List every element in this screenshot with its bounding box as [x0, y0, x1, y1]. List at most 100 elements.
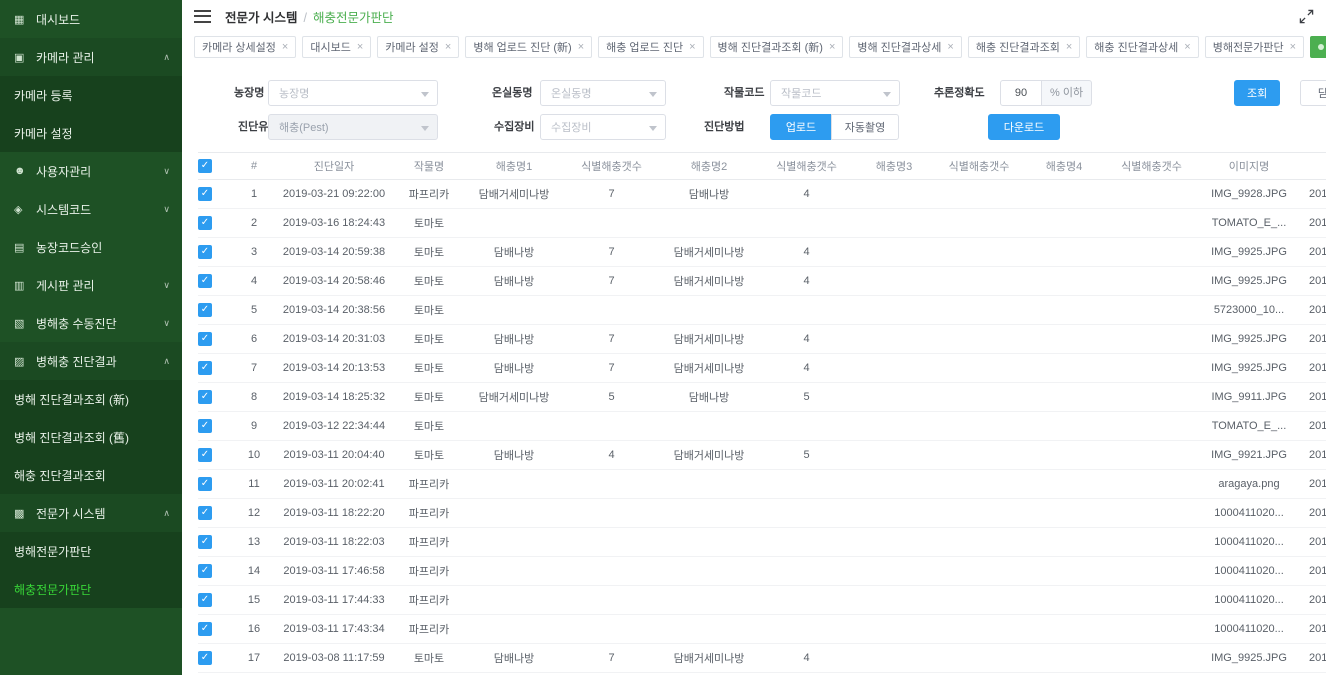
tab-close-icon[interactable] [357, 42, 363, 53]
row-checkbox[interactable] [198, 593, 212, 607]
row-checkbox[interactable] [198, 303, 212, 317]
tab[interactable]: 대시보드 [302, 36, 371, 58]
sidebar-item[interactable]: 사용자관리 [0, 152, 182, 190]
column-header[interactable]: 식별해충갯수 [759, 158, 854, 174]
sidebar-item[interactable]: 카메라 관리 [0, 38, 182, 76]
sidebar-item[interactable]: 해충전문가판단 [0, 570, 182, 608]
row-checkbox[interactable] [198, 564, 212, 578]
tab-close-icon[interactable] [947, 42, 953, 53]
column-header[interactable]: 해충명3 [854, 158, 934, 174]
table-row[interactable]: 5 2019-03-14 20:38:56 토마토 5723000_10... … [198, 296, 1326, 325]
tab-close-icon[interactable] [578, 42, 584, 53]
column-header[interactable]: 해충명2 [659, 158, 759, 174]
method-auto-button[interactable]: 자동촬영 [831, 114, 899, 140]
table-row[interactable]: 17 2019-03-08 11:17:59 토마토 담배나방 7 담배거세미나… [198, 644, 1326, 673]
row-checkbox[interactable] [198, 477, 212, 491]
tab-close-icon[interactable] [445, 42, 451, 53]
menu-toggle-icon[interactable] [194, 10, 211, 23]
tab[interactable]: 해충 진단결과조회 [968, 36, 1080, 58]
sidebar-item[interactable]: 병해 진단결과조회 (舊) [0, 418, 182, 456]
crop-code-select[interactable]: 작물코드 [770, 80, 900, 106]
row-checkbox[interactable] [198, 419, 212, 433]
row-checkbox[interactable] [198, 535, 212, 549]
table-row[interactable]: 11 2019-03-11 20:02:41 파프리카 aragaya.png … [198, 470, 1326, 499]
sidebar-item[interactable]: 카메라 등록 [0, 76, 182, 114]
sidebar-item[interactable]: 카메라 설정 [0, 114, 182, 152]
row-checkbox[interactable] [198, 245, 212, 259]
table-row[interactable]: 6 2019-03-14 20:31:03 토마토 담배나방 7 담배거세미나방… [198, 325, 1326, 354]
tab[interactable]: 병해 업로드 진단 (新) [465, 36, 592, 58]
column-header[interactable]: # [234, 160, 274, 172]
sidebar-item[interactable]: 병해충 진단결과 [0, 342, 182, 380]
table-row[interactable]: 9 2019-03-12 22:34:44 토마토 TOMATO_E_... 2… [198, 412, 1326, 441]
tab[interactable]: 해충전문가판단 [1310, 36, 1326, 58]
accuracy-input[interactable] [1000, 80, 1042, 106]
select-all-checkbox[interactable] [198, 159, 212, 173]
sidebar-item[interactable]: 농장코드승인 [0, 228, 182, 266]
sidebar-item[interactable]: 전문가 시스템 [0, 494, 182, 532]
column-header[interactable]: 해충명4 [1024, 158, 1104, 174]
table-row[interactable]: 12 2019-03-11 18:22:20 파프리카 1000411020..… [198, 499, 1326, 528]
table-row[interactable]: 3 2019-03-14 20:59:38 토마토 담배나방 7 담배거세미나방… [198, 238, 1326, 267]
row-checkbox[interactable] [198, 622, 212, 636]
column-header[interactable]: 해충명1 [464, 158, 564, 174]
column-header[interactable]: 이미지명 [1199, 158, 1299, 174]
sidebar-item[interactable]: 병해충 수동진단 [0, 304, 182, 342]
table-row[interactable]: 8 2019-03-14 18:25:32 토마토 담배거세미나방 5 담배나방… [198, 383, 1326, 412]
column-header[interactable]: 진단일자 [274, 158, 394, 174]
row-checkbox[interactable] [198, 361, 212, 375]
sidebar-item[interactable]: 대시보드 [0, 0, 182, 38]
sidebar-item[interactable]: 시스템코드 [0, 190, 182, 228]
farm-name-select[interactable]: 농장명 [268, 80, 438, 106]
download-button[interactable]: 다운로드 [988, 114, 1060, 140]
search-button[interactable]: 조회 [1234, 80, 1280, 106]
row-checkbox[interactable] [198, 216, 212, 230]
row-checkbox[interactable] [198, 390, 212, 404]
tab[interactable]: 병해 진단결과조회 (新) [710, 36, 844, 58]
table-row[interactable]: 1 2019-03-21 09:22:00 파프리카 담배거세미나방 7 담배나… [198, 180, 1326, 209]
table-row[interactable]: 10 2019-03-11 20:04:40 토마토 담배나방 4 담배거세미나… [198, 441, 1326, 470]
row-checkbox[interactable] [198, 506, 212, 520]
tab[interactable]: 카메라 상세설정 [194, 36, 296, 58]
method-upload-button[interactable]: 업로드 [770, 114, 832, 140]
cell-count2: 4 [759, 275, 854, 287]
column-header[interactable]: 식별해충갯수 [934, 158, 1024, 174]
row-checkbox[interactable] [198, 332, 212, 346]
sidebar-item[interactable]: 해충 진단결과조회 [0, 456, 182, 494]
sidebar-item[interactable]: 게시판 관리 [0, 266, 182, 304]
sidebar-item[interactable]: 병해 진단결과조회 (新) [0, 380, 182, 418]
fullscreen-icon[interactable] [1299, 9, 1314, 24]
tab-close-icon[interactable] [689, 42, 695, 53]
tab[interactable]: 병해 진단결과상세 [849, 36, 961, 58]
cell-check [198, 622, 234, 636]
row-checkbox[interactable] [198, 448, 212, 462]
column-header[interactable]: 작물명 [394, 158, 464, 174]
greenhouse-select[interactable]: 온실동명 [540, 80, 666, 106]
table-row[interactable]: 14 2019-03-11 17:46:58 파프리카 1000411020..… [198, 557, 1326, 586]
column-header[interactable]: 식별해충갯수 [564, 158, 659, 174]
table-row[interactable]: 15 2019-03-11 17:44:33 파프리카 1000411020..… [198, 586, 1326, 615]
close-button[interactable]: 닫기 [1300, 80, 1326, 106]
diagnosis-type-select[interactable]: 해충(Pest) [268, 114, 438, 140]
tab-close-icon[interactable] [829, 42, 835, 53]
cell-image: 5723000_10... [1199, 304, 1299, 316]
row-checkbox[interactable] [198, 274, 212, 288]
tab-close-icon[interactable] [1290, 42, 1296, 53]
table-row[interactable]: 16 2019-03-11 17:43:34 파프리카 1000411020..… [198, 615, 1326, 644]
table-row[interactable]: 4 2019-03-14 20:58:46 토마토 담배나방 7 담배거세미나방… [198, 267, 1326, 296]
column-header[interactable]: 식별해충갯수 [1104, 158, 1199, 174]
tab-close-icon[interactable] [282, 42, 288, 53]
tab[interactable]: 카메라 설정 [377, 36, 459, 58]
table-row[interactable]: 7 2019-03-14 20:13:53 토마토 담배나방 7 담배거세미나방… [198, 354, 1326, 383]
table-row[interactable]: 13 2019-03-11 18:22:03 파프리카 1000411020..… [198, 528, 1326, 557]
sidebar-item[interactable]: 병해전문가판단 [0, 532, 182, 570]
row-checkbox[interactable] [198, 187, 212, 201]
row-checkbox[interactable] [198, 651, 212, 665]
tab-close-icon[interactable] [1066, 42, 1072, 53]
device-select[interactable]: 수집장비 [540, 114, 666, 140]
tab-close-icon[interactable] [1184, 42, 1190, 53]
tab[interactable]: 병해전문가판단 [1205, 36, 1304, 58]
tab[interactable]: 해충 진단결과상세 [1086, 36, 1198, 58]
tab[interactable]: 해충 업로드 진단 [598, 36, 703, 58]
table-row[interactable]: 2 2019-03-16 18:24:43 토마토 TOMATO_E_... 2… [198, 209, 1326, 238]
